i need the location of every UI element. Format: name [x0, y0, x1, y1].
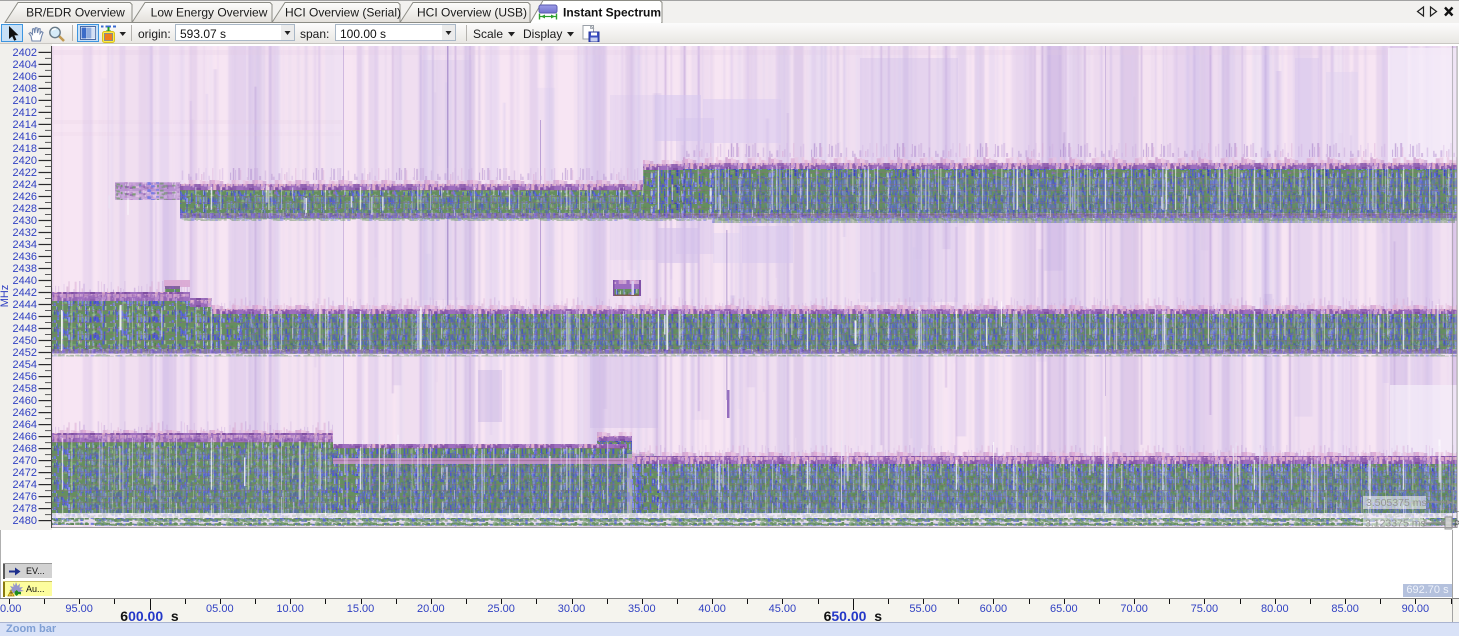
svg-text:3.505375 ms: 3.505375 ms [1366, 497, 1427, 509]
svg-text:2436: 2436 [13, 251, 37, 263]
svg-text:2426: 2426 [13, 191, 37, 203]
svg-text:2432: 2432 [13, 227, 37, 239]
svg-text:2420: 2420 [13, 155, 37, 167]
svg-text:Instant Spectrum: Instant Spectrum [563, 6, 661, 20]
svg-text:2474: 2474 [13, 479, 37, 491]
svg-text:Low Energy Overview: Low Energy Overview [151, 6, 268, 20]
svg-text:2406: 2406 [13, 71, 37, 83]
svg-text:HCI Overview (USB): HCI Overview (USB) [417, 6, 527, 20]
svg-text:2472: 2472 [13, 467, 37, 479]
svg-text:2444: 2444 [13, 299, 37, 311]
svg-text:2424: 2424 [13, 179, 37, 191]
svg-text:2466: 2466 [13, 431, 37, 443]
svg-text:L: L [1454, 504, 1459, 514]
svg-text:2468: 2468 [13, 443, 37, 455]
svg-text:HCI Overview (Serial): HCI Overview (Serial) [285, 6, 401, 20]
svg-text:MHz: MHz [0, 285, 11, 308]
svg-text:2410: 2410 [13, 95, 37, 107]
svg-text:2476: 2476 [13, 491, 37, 503]
svg-text:2446: 2446 [13, 311, 37, 323]
svg-text:2404: 2404 [13, 59, 37, 71]
svg-text:2430: 2430 [13, 215, 37, 227]
svg-text:2462: 2462 [13, 407, 37, 419]
svg-text:2422: 2422 [13, 167, 37, 179]
svg-text:2458: 2458 [13, 383, 37, 395]
svg-text:2442: 2442 [13, 287, 37, 299]
svg-text:2480: 2480 [13, 515, 37, 527]
svg-text:2408: 2408 [13, 83, 37, 95]
svg-text:2438: 2438 [13, 263, 37, 275]
svg-text:2450: 2450 [13, 335, 37, 347]
svg-text:2414: 2414 [13, 119, 37, 131]
svg-text:2434: 2434 [13, 239, 37, 251]
svg-text:2478: 2478 [13, 503, 37, 515]
svg-text:2454: 2454 [13, 359, 37, 371]
svg-text:2402: 2402 [13, 47, 37, 59]
svg-text:2460: 2460 [13, 395, 37, 407]
svg-text:2418: 2418 [13, 143, 37, 155]
svg-text:2412: 2412 [13, 107, 37, 119]
svg-text:2448: 2448 [13, 323, 37, 335]
svg-text:2416: 2416 [13, 131, 37, 143]
svg-text:2456: 2456 [13, 371, 37, 383]
svg-text:2440: 2440 [13, 275, 37, 287]
svg-text:2464: 2464 [13, 419, 37, 431]
svg-text:2452: 2452 [13, 347, 37, 359]
svg-text:2470: 2470 [13, 455, 37, 467]
svg-text:BR/EDR Overview: BR/EDR Overview [26, 6, 125, 20]
svg-text:2428: 2428 [13, 203, 37, 215]
